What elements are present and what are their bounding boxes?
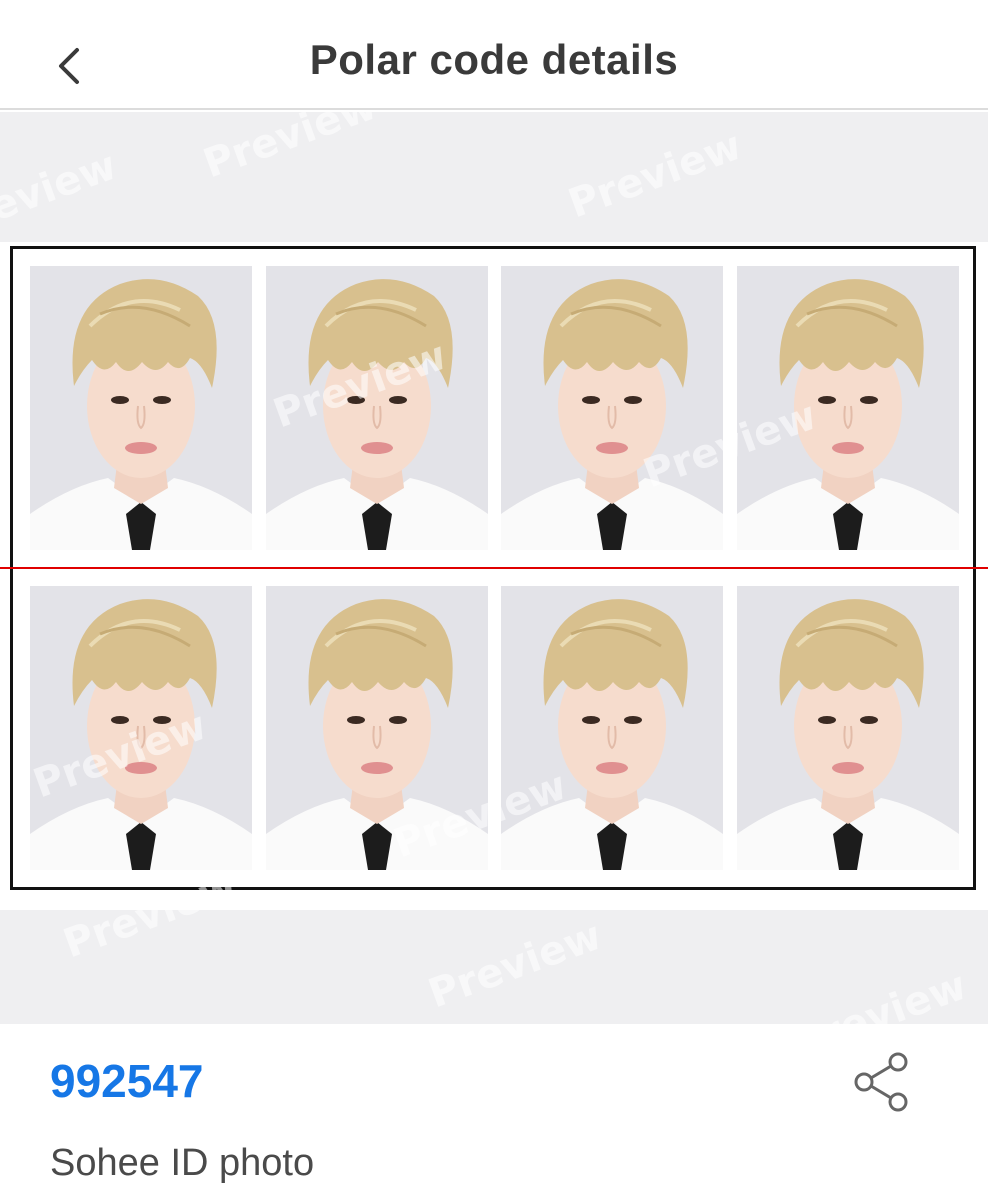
preview-watermark: Preview: [0, 142, 123, 248]
preview-watermark: Preview: [562, 122, 748, 228]
id-photo: [266, 586, 488, 870]
preview-watermark: Preview: [422, 912, 608, 1018]
share-button[interactable]: [850, 1050, 914, 1114]
photo-sheet: [0, 242, 988, 910]
photo-preview-area: Preview Preview Preview Preview Preview …: [0, 112, 988, 1024]
preview-watermark: Preview: [787, 962, 973, 1024]
photo-name: Sohee ID photo: [50, 1142, 315, 1184]
info-panel: 992547 Sohee ID photo: [0, 1024, 988, 1200]
id-photo: [266, 266, 488, 550]
id-photo: [501, 586, 723, 870]
id-photo: [501, 266, 723, 550]
id-photo: [30, 586, 252, 870]
preview-watermark: Preview: [197, 112, 383, 188]
id-photo: [30, 266, 252, 550]
cut-line: [0, 567, 988, 569]
header-bar: Polar code details: [0, 0, 988, 110]
polar-code: 992547: [50, 1055, 204, 1107]
id-photo: [737, 266, 959, 550]
page-title: Polar code details: [309, 36, 679, 83]
id-photo: [737, 586, 959, 870]
share-icon: [854, 1052, 908, 1112]
